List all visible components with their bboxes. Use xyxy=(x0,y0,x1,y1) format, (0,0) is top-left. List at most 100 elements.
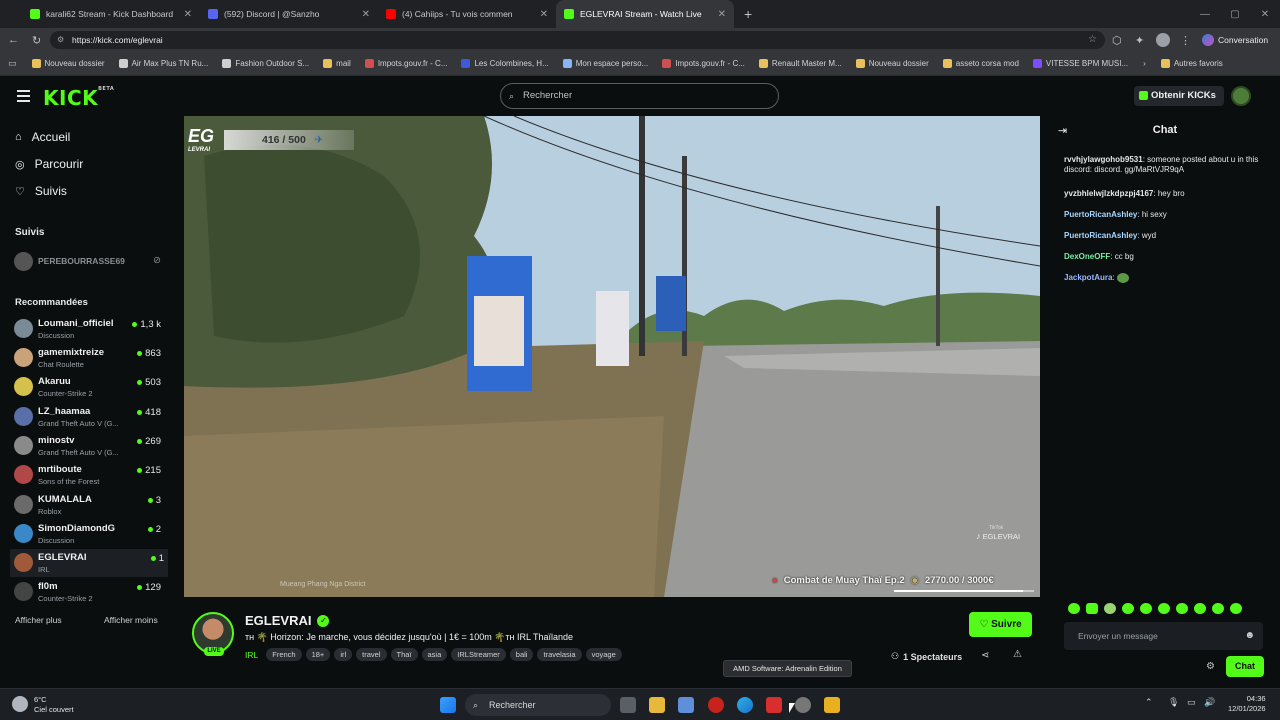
extensions-puzzle-icon[interactable]: ✦ xyxy=(1135,34,1144,47)
recommended-channel[interactable]: Akaruu Counter-Strike 2 503 xyxy=(14,373,165,401)
network-icon[interactable]: ▭ xyxy=(1187,697,1196,708)
bookmarks-menu-icon[interactable]: ▭ xyxy=(0,58,25,69)
video-player[interactable]: EG LEVRAI 416 / 500 ✈ ● Combat de Muay T… xyxy=(184,116,1040,597)
user-avatar[interactable] xyxy=(1231,86,1251,106)
chat-username[interactable]: DexOneOFF xyxy=(1064,252,1110,261)
settings-gear-icon[interactable]: ⚙ xyxy=(1206,661,1215,672)
steam-icon[interactable] xyxy=(795,697,811,713)
get-kicks-button[interactable]: Obtenir KICKs xyxy=(1134,86,1224,106)
url-field[interactable]: ⚙ https://kick.com/eglevrai ☆ xyxy=(50,31,1105,49)
bookmark-star-icon[interactable]: ☆ xyxy=(1088,31,1097,49)
chat-message-input[interactable]: Envoyer un message ☻ xyxy=(1064,622,1263,650)
emote-icon[interactable] xyxy=(1104,603,1116,614)
close-tab-icon[interactable]: ✕ xyxy=(184,9,192,20)
recommended-channel[interactable]: SimonDiamondG Discussion 2 xyxy=(14,520,165,548)
browser-tab[interactable]: (4) Cahiips - Tu vois commen ✕ xyxy=(378,0,556,28)
show-less-link[interactable]: Afficher moins xyxy=(104,615,158,625)
stream-tag[interactable]: Thaï xyxy=(390,648,418,661)
edge-browser-icon[interactable] xyxy=(737,697,753,713)
chat-username[interactable]: JackpotAura xyxy=(1064,273,1112,282)
emote-icon[interactable] xyxy=(1176,603,1188,614)
chevron-right-icon[interactable]: › xyxy=(1135,59,1154,68)
menu-dots-icon[interactable]: ⋮ xyxy=(1180,34,1191,47)
taskbar-search-input[interactable]: ⌕ Rechercher xyxy=(465,694,611,716)
extension-icon[interactable]: ⬡ xyxy=(1112,34,1122,47)
send-chat-button[interactable]: Chat xyxy=(1226,656,1264,677)
clock[interactable]: 04:36 12/01/2026 xyxy=(1228,694,1266,714)
close-tab-icon[interactable]: ✕ xyxy=(718,9,726,20)
windows-start-icon[interactable] xyxy=(440,697,456,713)
sidebar-item-home[interactable]: ⌂ Accueil xyxy=(15,130,70,144)
store-icon[interactable] xyxy=(678,697,694,713)
new-tab-button[interactable]: + xyxy=(734,6,762,22)
reload-icon[interactable]: ↻ xyxy=(32,34,41,47)
app-icon[interactable] xyxy=(708,697,724,713)
chat-username[interactable]: yvzbhlelwjlzkdpzpj4167 xyxy=(1064,189,1153,198)
file-explorer-icon[interactable] xyxy=(649,697,665,713)
recommended-channel[interactable]: minostv Grand Theft Auto V (G... 269 xyxy=(14,432,165,460)
recommended-channel[interactable]: Loumani_officiel Discussion 1,3 k xyxy=(14,315,165,343)
copilot-button[interactable]: Conversation xyxy=(1202,31,1268,49)
other-favorites-folder[interactable]: Autres favoris xyxy=(1154,59,1230,68)
bookmark-link[interactable]: Impots.gouv.fr - C... xyxy=(655,59,752,68)
back-icon[interactable]: ← xyxy=(8,34,19,46)
site-info-icon[interactable]: ⚙ xyxy=(57,31,64,49)
stream-tag[interactable]: voyage xyxy=(585,648,622,661)
stream-tag[interactable]: bali xyxy=(509,648,534,661)
hamburger-menu-icon[interactable] xyxy=(17,90,30,102)
task-view-icon[interactable] xyxy=(620,697,636,713)
recommended-channel[interactable]: gamemixtreize Chat Roulette 863 xyxy=(14,344,165,372)
bookmark-folder[interactable]: asseto corsa mod xyxy=(936,59,1026,68)
close-tab-icon[interactable]: ✕ xyxy=(362,9,370,20)
bookmark-link[interactable]: Air Max Plus TN Ru... xyxy=(112,59,216,68)
weather-widget[interactable]: 6°C Ciel couvert xyxy=(34,695,74,715)
streamer-name[interactable]: EGLEVRAI xyxy=(245,613,311,628)
sidebar-item-following[interactable]: ♡ Suivis xyxy=(15,184,67,198)
microphone-icon[interactable]: 🎙 xyxy=(1168,697,1179,708)
rockstar-launcher-icon[interactable] xyxy=(824,697,840,713)
browser-tab-active[interactable]: EGLEVRAI Stream - Watch Live ✕ xyxy=(556,0,734,28)
stream-tag[interactable]: asia xyxy=(421,648,448,661)
emote-icon[interactable] xyxy=(1230,603,1242,614)
emote-icon[interactable] xyxy=(1122,603,1134,614)
minimize-icon[interactable]: — xyxy=(1190,0,1220,28)
stream-tag[interactable]: 18+ xyxy=(305,648,331,661)
emote-icon[interactable] xyxy=(1194,603,1206,614)
bookmark-folder[interactable]: Nouveau dossier xyxy=(849,59,936,68)
browser-tab[interactable]: (592) Discord | @Sanzho ✕ xyxy=(200,0,378,28)
emote-icon[interactable] xyxy=(1212,603,1224,614)
tray-chevron-up-icon[interactable]: ⌃ xyxy=(1145,697,1153,708)
followed-channel[interactable]: PEREBOURRASSE69 ⊘ xyxy=(14,249,165,277)
stream-category-link[interactable]: IRL xyxy=(245,650,258,660)
amd-software-icon[interactable] xyxy=(766,697,782,713)
weather-cloud-icon[interactable] xyxy=(12,696,28,712)
tab-search-button[interactable] xyxy=(0,0,22,28)
follow-button[interactable]: ♡ Suivre xyxy=(969,612,1032,637)
volume-icon[interactable]: 🔊 xyxy=(1204,697,1215,708)
bookmark-folder[interactable]: mail xyxy=(316,59,358,68)
share-icon[interactable]: ⋖ xyxy=(981,650,989,661)
sidebar-item-browse[interactable]: ◎ Parcourir xyxy=(15,157,83,171)
stream-tag[interactable]: travel xyxy=(356,648,387,661)
bookmark-link[interactable]: Renault Master M... xyxy=(752,59,849,68)
emote-icon[interactable] xyxy=(1068,603,1080,614)
stream-tag[interactable]: IRLStreamer xyxy=(451,648,506,661)
browser-tab[interactable]: karali62 Stream - Kick Dashboard ✕ xyxy=(22,0,200,28)
show-more-link[interactable]: Afficher plus xyxy=(15,615,62,625)
bookmark-link[interactable]: Impots.gouv.fr - C... xyxy=(358,59,455,68)
stream-tag[interactable]: travelasia xyxy=(537,648,582,661)
bookmark-link[interactable]: Mon espace perso... xyxy=(556,59,655,68)
kick-logo[interactable]: KICKBETA xyxy=(43,86,114,110)
profile-avatar[interactable] xyxy=(1156,33,1170,47)
maximize-icon[interactable]: ▢ xyxy=(1220,0,1250,28)
emote-icon[interactable] xyxy=(1158,603,1170,614)
search-input[interactable]: ⌕ Rechercher xyxy=(500,83,779,109)
close-window-icon[interactable]: ✕ xyxy=(1250,0,1280,28)
recommended-channel-selected[interactable]: EGLEVRAI IRL 1 xyxy=(10,549,168,577)
stream-tag[interactable]: French xyxy=(266,648,302,661)
recommended-channel[interactable]: mrtiboute Sons of the Forest 215 xyxy=(14,461,165,489)
bookmark-link[interactable]: Les Colombines, H... xyxy=(454,59,555,68)
recommended-channel[interactable]: KUMALALA Roblox 3 xyxy=(14,491,165,519)
emote-icon[interactable] xyxy=(1140,603,1152,614)
emote-icon[interactable] xyxy=(1086,603,1098,614)
